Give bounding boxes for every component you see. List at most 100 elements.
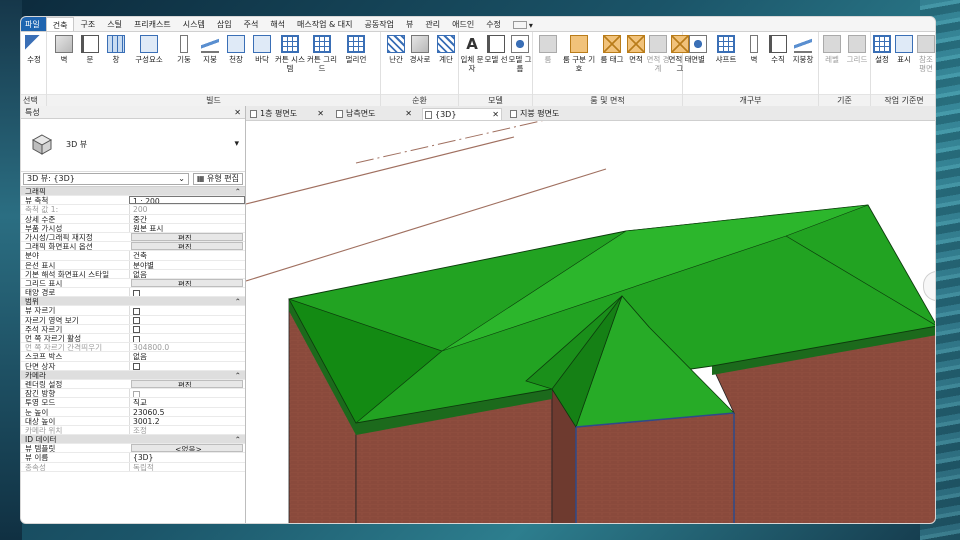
model-text-button[interactable]: A 입체 문자 — [459, 35, 485, 73]
checkbox[interactable] — [133, 363, 140, 370]
property-category[interactable]: 범위 ⌃ — [21, 297, 245, 307]
close-icon[interactable]: ✕ — [492, 109, 499, 121]
panel-toggle-dropdown[interactable]: ▾ — [507, 17, 539, 31]
property-value[interactable] — [129, 361, 245, 370]
type-selector[interactable]: 3D 뷰 ▾ — [21, 119, 245, 172]
dormer-button[interactable]: 지붕창 — [789, 35, 817, 64]
component-button[interactable]: 구성요소 — [131, 35, 167, 64]
edit-type-button[interactable]: ▦ 유형 편집 — [192, 173, 243, 185]
curtain-grid-button[interactable]: 커튼 그리드 — [307, 35, 337, 73]
railing-button[interactable]: 난간 — [383, 35, 409, 64]
property-value[interactable]: <없음> — [131, 444, 243, 453]
set-workplane-button[interactable]: 설정 — [871, 35, 893, 64]
grid-button[interactable]: 그리드 — [844, 35, 870, 64]
tab-file[interactable]: 파일 — [21, 17, 46, 31]
tab-systems[interactable]: 시스템 — [177, 17, 211, 31]
tab-structure[interactable]: 구조 — [74, 17, 101, 31]
shaft-button[interactable]: 샤프트 — [711, 35, 741, 64]
by-face-button[interactable]: 면별 — [685, 35, 711, 64]
tab-modify[interactable]: 수정 — [480, 17, 507, 31]
model-line-button[interactable]: 모델 선 — [483, 35, 509, 64]
checkbox[interactable] — [133, 289, 140, 297]
property-value[interactable]: 없음 — [129, 269, 245, 278]
checkbox[interactable] — [133, 317, 140, 324]
property-value[interactable]: 편집... — [131, 379, 243, 389]
tab-addins[interactable]: 애드인 — [446, 17, 480, 31]
tab-collaborate[interactable]: 공동작업 — [359, 17, 400, 31]
collapse-icon[interactable]: ⌃ — [235, 435, 241, 444]
property-value[interactable] — [129, 315, 245, 324]
tab-view-3d[interactable]: {3D} ✕ — [422, 108, 502, 120]
tab-view-roof[interactable]: 지붕 평면도 — [508, 108, 588, 120]
tab-analyze[interactable]: 해석 — [264, 17, 291, 31]
collapse-icon[interactable]: ⌃ — [235, 187, 241, 196]
wall-opening-button[interactable]: 벽 — [741, 35, 767, 64]
property-value[interactable]: 직교 — [129, 398, 245, 407]
checkbox[interactable] — [133, 326, 140, 333]
stair-button[interactable]: 계단 — [433, 35, 459, 64]
vertical-opening-button[interactable]: 수직 — [765, 35, 791, 64]
select-group-label[interactable]: 선택 — [21, 94, 46, 106]
property-value[interactable]: 건축 — [129, 251, 245, 260]
property-value[interactable]: 1 : 200 — [129, 196, 245, 205]
property-value[interactable] — [129, 324, 245, 333]
tab-annotate[interactable]: 주석 — [238, 17, 265, 31]
checkbox[interactable] — [133, 307, 140, 315]
property-value[interactable]: 없음 — [129, 352, 245, 361]
tab-architecture[interactable]: 건축 — [45, 17, 75, 31]
room-group-label[interactable]: 룸 및 면적 — [533, 94, 682, 106]
property-value[interactable]: 편집... — [131, 232, 243, 242]
level-button[interactable]: 레벨 — [819, 35, 845, 64]
collapse-icon[interactable]: ⌃ — [235, 297, 241, 306]
ceiling-button[interactable]: 천장 — [223, 35, 249, 64]
roof-button[interactable]: 지붕 — [197, 35, 223, 64]
window-button[interactable]: 창 — [103, 35, 129, 64]
property-category[interactable]: 그래픽 ⌃ — [21, 187, 245, 197]
tab-massing-site[interactable]: 매스작업 & 대지 — [291, 17, 358, 31]
tab-manage[interactable]: 관리 — [419, 17, 446, 31]
property-value[interactable]: 편집... — [131, 278, 243, 288]
show-workplane-button[interactable]: 표시 — [893, 35, 915, 64]
room-separator-button[interactable]: 룸 구분 기호 — [561, 35, 597, 73]
chevron-down-icon[interactable]: ▾ — [234, 139, 239, 149]
property-value[interactable]: {3D} — [129, 453, 245, 462]
room-tag-button[interactable]: 룸 태그 — [599, 35, 625, 64]
tab-precast[interactable]: 프리캐스트 — [128, 17, 177, 31]
property-value[interactable] — [129, 288, 245, 297]
property-value[interactable]: 원본 표시 — [129, 223, 245, 232]
checkbox[interactable] — [133, 335, 140, 343]
ramp-button[interactable]: 경사로 — [407, 35, 433, 64]
room-button[interactable]: 룸 — [535, 35, 561, 64]
close-icon[interactable]: ✕ — [234, 108, 241, 117]
property-value[interactable]: 분야별 — [129, 260, 245, 269]
collapse-icon[interactable]: ⌃ — [235, 371, 241, 380]
wall-button[interactable]: 벽 — [51, 35, 77, 64]
property-value[interactable]: 23060.5 — [129, 407, 245, 416]
property-value[interactable]: 3001.2 — [129, 416, 245, 425]
tab-insert[interactable]: 삽입 — [211, 17, 238, 31]
mullion-button[interactable]: 멀리언 — [341, 35, 371, 64]
instance-selector[interactable]: 3D 뷰: {3D} ⌄ — [23, 173, 189, 185]
property-category[interactable]: ID 데이터 ⌃ — [21, 435, 245, 445]
tab-steel[interactable]: 스틸 — [101, 17, 128, 31]
property-value[interactable] — [129, 389, 245, 398]
property-value[interactable] — [129, 334, 245, 343]
property-value[interactable] — [129, 306, 245, 315]
property-value[interactable]: 편집... — [131, 242, 243, 251]
property-category[interactable]: 카메라 ⌃ — [21, 370, 245, 380]
floor-button[interactable]: 바닥 — [249, 35, 275, 64]
close-icon[interactable]: ✕ — [405, 108, 412, 120]
door-button[interactable]: 문 — [77, 35, 103, 64]
close-icon[interactable]: ✕ — [317, 108, 324, 120]
tab-view[interactable]: 뷰 — [400, 17, 419, 31]
tab-view-level1[interactable]: 1층 평면도 ✕ — [248, 108, 326, 120]
tab-view-south[interactable]: 남측면도 ✕ — [334, 108, 414, 120]
column-button[interactable]: 기둥 — [171, 35, 197, 64]
modify-button[interactable]: 수정 — [21, 35, 47, 64]
vertical-opening-icon — [769, 35, 787, 53]
curtain-system-button[interactable]: 커튼 시스템 — [275, 35, 305, 73]
3d-view-canvas[interactable] — [246, 121, 935, 523]
ref-plane-button[interactable]: 참조 평면 — [915, 35, 935, 73]
property-value[interactable]: 중간 — [129, 214, 245, 223]
model-group-button[interactable]: 모델 그룹 — [507, 35, 533, 73]
